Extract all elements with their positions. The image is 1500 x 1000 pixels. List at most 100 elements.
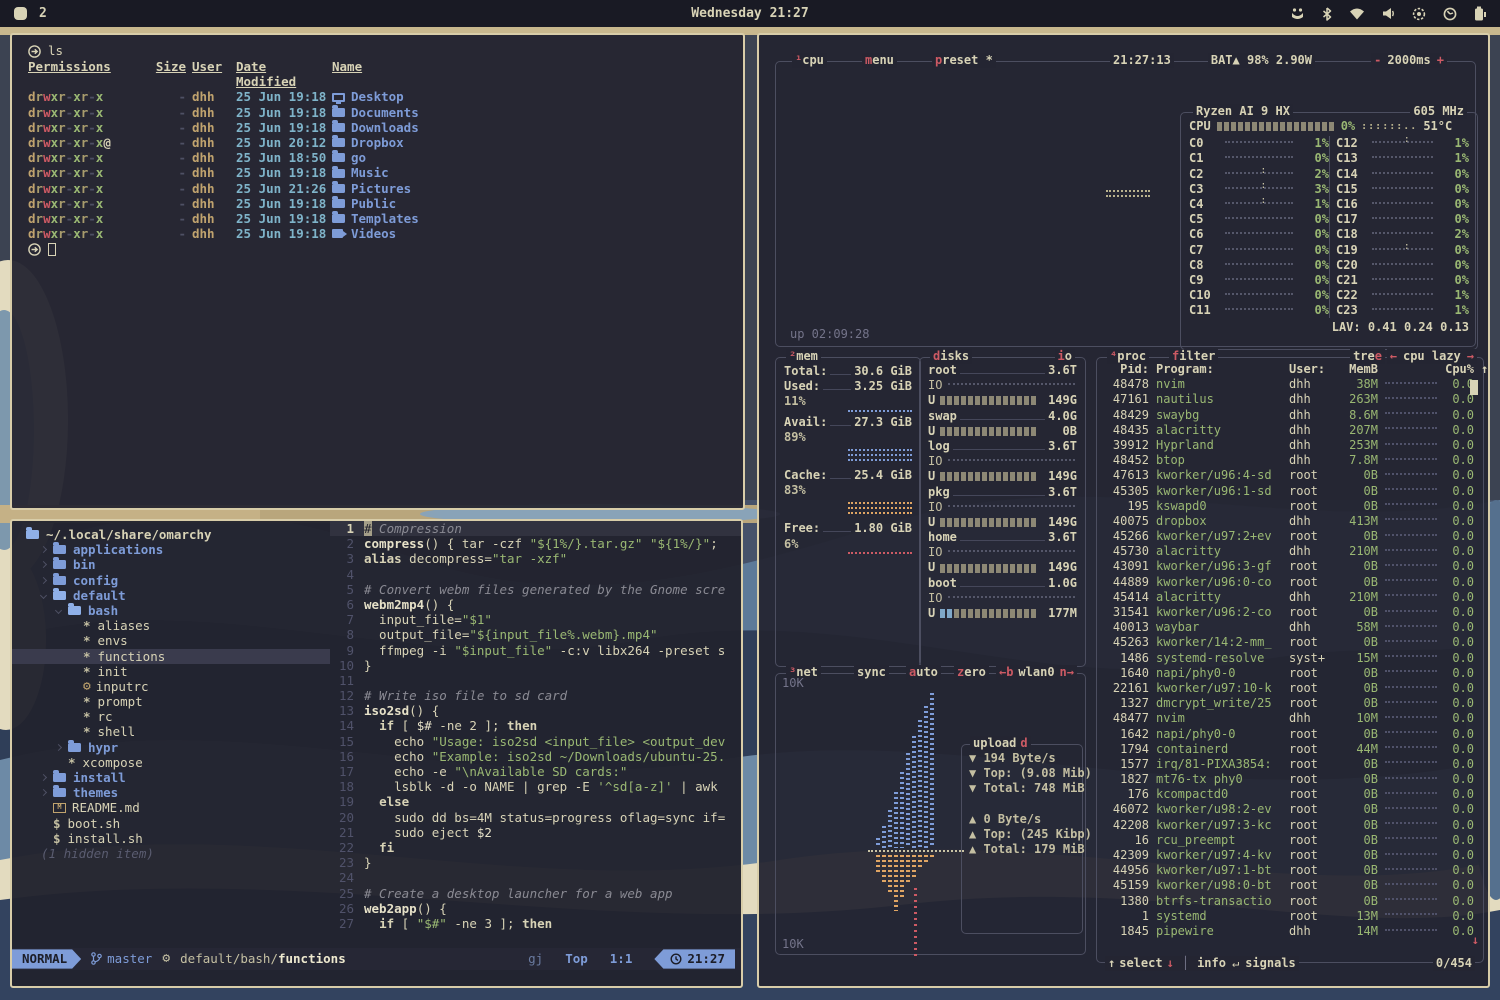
scrollbar-down-icon[interactable]: ↓ — [1472, 933, 1479, 948]
battery-icon[interactable] — [1474, 6, 1486, 21]
tree-item[interactable]: default — [12, 588, 330, 603]
file-row[interactable]: drwxr-xr-x-dhh25 Jun 19:18Music — [28, 165, 743, 180]
file-row[interactable]: drwxr-xr-x-dhh25 Jun 18:50go — [28, 150, 743, 165]
process-row[interactable]: 40075dropboxdhh413M0.0 — [1103, 514, 1479, 529]
code-line[interactable]: 16 echo "Example: iso2sd ~/Downloads/ubu… — [330, 749, 741, 764]
code-line[interactable]: 4 — [330, 567, 741, 582]
scrollbar-thumb[interactable] — [1470, 380, 1478, 395]
tree-item[interactable]: bash — [12, 603, 330, 618]
file-row[interactable]: drwxr-xr-x-dhh25 Jun 19:18Templates — [28, 211, 743, 226]
process-row[interactable]: 44889kworker/u96:0-coroot0B0.0 — [1103, 575, 1479, 590]
code-line[interactable]: 13iso2sd() { — [330, 703, 741, 718]
chevron-right-icon[interactable] — [40, 561, 47, 568]
process-row[interactable]: 1845pipewiredhh14M0.0 — [1103, 924, 1479, 939]
sort-selector[interactable]: ←cpu lazy→ — [1387, 349, 1477, 364]
filter-button[interactable]: filter — [1169, 349, 1218, 364]
process-row[interactable]: 42309kworker/u97:4-kvroot0B0.0 — [1103, 848, 1479, 863]
tree-item[interactable]: *shell — [12, 724, 330, 739]
tree-toggle[interactable]: tree — [1350, 349, 1385, 364]
net-zero-button[interactable]: zero — [954, 665, 989, 680]
code-line[interactable]: 18 lsblk -d -o NAME | grep -E '^sd[a-z]'… — [330, 779, 741, 794]
tree-item[interactable]: hypr — [12, 740, 330, 755]
tree-item[interactable]: *envs — [12, 633, 330, 648]
code-line[interactable]: 27 if [ "$#" -ne 3 ]; then — [330, 916, 741, 931]
mem-box-tab[interactable]: ²mem — [786, 349, 821, 364]
volume-icon[interactable] — [1382, 7, 1395, 20]
process-row[interactable]: 46072kworker/u98:2-evroot0B0.0 — [1103, 802, 1479, 817]
clock[interactable]: Wednesday 21:27 — [0, 6, 1500, 21]
net-info-tab[interactable]: uploadd — [970, 736, 1031, 751]
process-row[interactable]: 1327dmcrypt_write/25root0B0.0 — [1103, 696, 1479, 711]
chevron-right-icon[interactable] — [55, 744, 62, 751]
tree-item[interactable]: *aliases — [12, 618, 330, 633]
code-line[interactable]: 22 fi — [330, 840, 741, 855]
tree-item[interactable]: $boot.sh — [12, 816, 330, 831]
process-row[interactable]: 48435alacrittydhh207M0.0 — [1103, 423, 1479, 438]
code-line[interactable]: 11 — [330, 673, 741, 688]
file-row[interactable]: drwxr-xr-x-dhh25 Jun 21:26Pictures — [28, 181, 743, 196]
process-row[interactable]: 45266kworker/u97:2+evroot0B0.0 — [1103, 529, 1479, 544]
code-line[interactable]: 12# Write iso file to sd card — [330, 688, 741, 703]
io-toggle[interactable]: io — [1055, 349, 1075, 364]
chevron-down-icon[interactable] — [55, 607, 62, 614]
process-row[interactable]: 45159kworker/u98:0-btroot0B0.0 — [1103, 878, 1479, 893]
process-row[interactable]: 1640napi/phy0-0root0B0.0 — [1103, 666, 1479, 681]
process-row[interactable]: 1577irq/81-PIXA3854:root0B0.0 — [1103, 757, 1479, 772]
code-line[interactable]: 15 echo "Usage: iso2sd <input_file> <out… — [330, 734, 741, 749]
menu-button[interactable]: menu — [862, 53, 897, 68]
chevron-right-icon[interactable] — [40, 577, 47, 584]
code-line[interactable]: 10} — [330, 658, 741, 673]
wifi-icon[interactable] — [1349, 7, 1365, 20]
cpu-box-tab[interactable]: ¹cpu — [792, 53, 827, 68]
code-editor[interactable]: 1# Compression2compress() { tar -czf "${… — [330, 521, 741, 948]
process-row[interactable]: 45263kworker/14:2-mm_root0B0.0 — [1103, 635, 1479, 650]
file-row[interactable]: drwxr-xr-x-dhh25 Jun 19:18Videos — [28, 226, 743, 241]
code-line[interactable]: 2compress() { tar -czf "${1%/}.tar.gz" "… — [330, 536, 741, 551]
screenshot-icon[interactable] — [1412, 7, 1426, 21]
chevron-down-icon[interactable] — [40, 592, 47, 599]
process-table-header[interactable]: Pid: Program: User: MemB Cpu% ↑ — [1103, 362, 1479, 377]
net-auto-button[interactable]: auto — [906, 665, 941, 680]
file-tree[interactable]: ~/.local/share/omarchyapplicationsbincon… — [12, 521, 330, 948]
workspace-indicator[interactable]: 2 — [39, 6, 47, 21]
code-line[interactable]: 19 else — [330, 794, 741, 809]
update-icon[interactable] — [1290, 7, 1305, 20]
process-row[interactable]: 48452btopdhh7.8M0.0 — [1103, 453, 1479, 468]
tree-item[interactable]: (1 hidden item) — [12, 846, 330, 861]
code-line[interactable]: 7 input_file="$1" — [330, 612, 741, 627]
disks-box-tab[interactable]: disks — [930, 349, 972, 364]
code-line[interactable]: 8 output_file="${input_file%.webm}.mp4" — [330, 627, 741, 642]
file-row[interactable]: drwxr-xr-x-dhh25 Jun 19:18Downloads — [28, 120, 743, 135]
process-row[interactable]: 39912Hyprlanddhh253M0.0 — [1103, 438, 1479, 453]
process-row[interactable]: 31541kworker/u96:2-coroot0B0.0 — [1103, 605, 1479, 620]
process-row[interactable]: 1486systemd-resolvesyst+15M0.0 — [1103, 651, 1479, 666]
process-row[interactable]: 1827mt76-tx phy0root0B0.0 — [1103, 772, 1479, 787]
code-line[interactable]: 20 sudo dd bs=4M status=progress oflag=s… — [330, 810, 741, 825]
tree-item[interactable]: MREADME.md — [12, 800, 330, 815]
process-row[interactable]: 48478nvimdhh38M0.0 — [1103, 377, 1479, 392]
process-row[interactable]: 45414alacrittydhh210M0.0 — [1103, 590, 1479, 605]
code-line[interactable]: 26web2app() { — [330, 901, 741, 916]
code-line[interactable]: 5# Convert webm files generated by the G… — [330, 582, 741, 597]
tree-item[interactable]: $install.sh — [12, 831, 330, 846]
terminal-window[interactable]: ls PermissionsSizeUserDate ModifiedName … — [10, 33, 745, 510]
code-line[interactable]: 1# Compression — [330, 521, 741, 536]
tree-item[interactable]: themes — [12, 785, 330, 800]
process-row[interactable]: 1systemdroot13M0.0 — [1103, 909, 1479, 924]
net-interface[interactable]: ←bwlan0n→ — [996, 665, 1077, 680]
code-line[interactable]: 9 ffmpeg -i "$input_file" -c:v libx264 -… — [330, 643, 741, 658]
process-row[interactable]: 195kswapd0root0B0.0 — [1103, 499, 1479, 514]
code-line[interactable]: 25# Create a desktop launcher for a web … — [330, 886, 741, 901]
process-row[interactable]: 40013waybardhh58M0.0 — [1103, 620, 1479, 635]
code-line[interactable]: 23} — [330, 855, 741, 870]
tree-item[interactable]: install — [12, 770, 330, 785]
process-row[interactable]: 1794containerdroot44M0.0 — [1103, 742, 1479, 757]
code-line[interactable]: 24 — [330, 870, 741, 885]
tree-item[interactable]: ~/.local/share/omarchy — [12, 527, 330, 542]
gauge-icon[interactable] — [1443, 7, 1457, 21]
code-line[interactable]: 17 echo -e "\nAvailable SD cards:" — [330, 764, 741, 779]
tree-item[interactable]: *rc — [12, 709, 330, 724]
chevron-right-icon[interactable] — [40, 774, 47, 781]
process-row[interactable]: 43091kworker/u96:3-gfroot0B0.0 — [1103, 559, 1479, 574]
file-row[interactable]: drwxr-xr-x-dhh25 Jun 19:18Public — [28, 196, 743, 211]
